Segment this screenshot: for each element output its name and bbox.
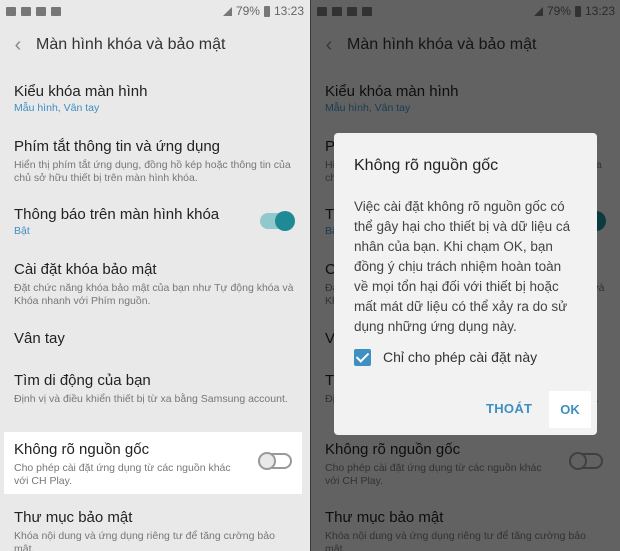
notifications-toggle[interactable] bbox=[260, 211, 295, 231]
toggle-knob bbox=[275, 211, 295, 231]
setting-summary: Cho phép cài đặt ứng dụng từ các nguồn k… bbox=[14, 462, 231, 487]
setting-title: Thông báo trên màn hình khóa bbox=[14, 206, 220, 223]
clock: 13:23 bbox=[273, 4, 304, 18]
dialog-title: Không rõ nguồn gốc bbox=[354, 157, 499, 174]
ok-button[interactable]: OK bbox=[549, 391, 591, 428]
setting-screen-lock-type[interactable]: Kiểu khóa màn hình Mẫu hình, Vân tay bbox=[0, 82, 310, 115]
setting-find-my-mobile[interactable]: Tìm di động của bạn Định vị và điều khiể… bbox=[0, 371, 310, 406]
dialog-message: Việc cài đặt không rõ nguồn gốc có thể g… bbox=[354, 199, 571, 334]
setting-title: Kiểu khóa màn hình bbox=[14, 83, 148, 100]
settings-screen: 79% 13:23 ‹ Màn hình khóa và bảo mật Kiể… bbox=[0, 0, 310, 551]
back-arrow-icon[interactable]: ‹ bbox=[0, 34, 36, 57]
setting-title: Vân tay bbox=[14, 330, 65, 347]
notification-icon bbox=[36, 6, 46, 16]
setting-secure-folder[interactable]: Thư mục bảo mật Khóa nội dung và ứng dụn… bbox=[0, 508, 310, 551]
setting-secure-lock[interactable]: Cài đặt khóa bảo mật Đặt chức năng khóa … bbox=[0, 260, 310, 308]
unknown-sources-dialog: Không rõ nguồn gốc Việc cài đặt không rõ… bbox=[334, 133, 597, 435]
status-bar: 79% 13:23 bbox=[0, 0, 310, 22]
setting-title: Không rõ nguồn gốc bbox=[14, 441, 150, 458]
cancel-button[interactable]: THOÁT bbox=[486, 401, 532, 416]
signal-icon bbox=[222, 6, 232, 16]
setting-title: Phím tắt thông tin và ứng dụng bbox=[14, 138, 221, 155]
checkbox-checked-icon[interactable] bbox=[354, 349, 371, 366]
notification-icons bbox=[6, 6, 61, 16]
setting-fingerprints[interactable]: Vân tay bbox=[0, 329, 310, 348]
setting-title: Thư mục bảo mật bbox=[14, 509, 133, 526]
setting-title: Cài đặt khóa bảo mật bbox=[14, 261, 157, 278]
setting-summary: Khóa nội dung và ứng dụng riêng tư để tă… bbox=[14, 530, 275, 551]
setting-summary: Đặt chức năng khóa bảo mật của bạn như T… bbox=[14, 282, 294, 307]
comparison-screenshot: 79% 13:23 ‹ Màn hình khóa và bảo mật Kiể… bbox=[0, 0, 620, 551]
settings-screen-with-dialog: 79% 13:23 ‹ Màn hình khóa và bảo mật Kiể… bbox=[311, 0, 620, 551]
setting-title: Tìm di động của bạn bbox=[14, 372, 151, 389]
notification-icon bbox=[51, 6, 61, 16]
setting-info-shortcuts[interactable]: Phím tắt thông tin và ứng dụng Hiển thị … bbox=[0, 137, 310, 185]
unknown-sources-toggle[interactable] bbox=[258, 452, 292, 470]
notification-icon bbox=[21, 6, 31, 16]
setting-summary: Định vị và điều khiển thiết bị từ xa bằn… bbox=[14, 393, 288, 405]
page-title: Màn hình khóa và bảo mật bbox=[36, 36, 226, 53]
setting-summary: Bật bbox=[14, 225, 30, 237]
battery-percent: 79% bbox=[235, 4, 260, 18]
checkbox-label[interactable]: Chỉ cho phép cài đặt này bbox=[383, 349, 537, 365]
toggle-knob bbox=[258, 452, 276, 470]
notification-icon bbox=[6, 6, 16, 16]
app-bar: ‹ Màn hình khóa và bảo mật bbox=[0, 22, 310, 68]
setting-summary: Hiển thị phím tắt ứng dụng, đồng hồ kép … bbox=[14, 159, 291, 184]
battery-icon bbox=[263, 5, 270, 17]
setting-summary: Mẫu hình, Vân tay bbox=[14, 102, 100, 114]
status-indicators: 79% 13:23 bbox=[222, 4, 304, 18]
